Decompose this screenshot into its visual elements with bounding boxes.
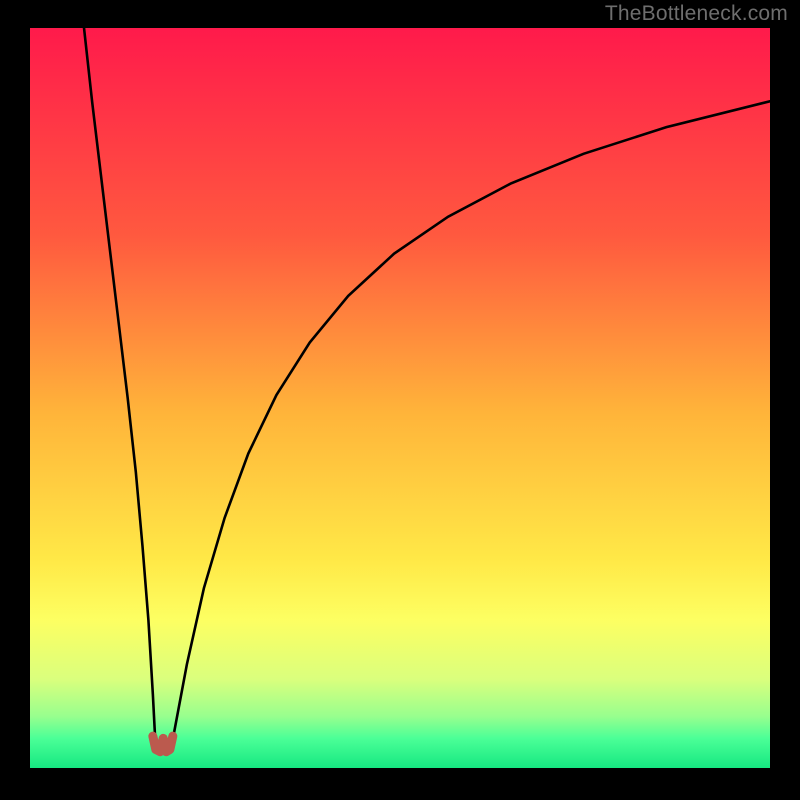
trough-marker [153,736,173,752]
gradient-background [30,28,770,768]
chart-frame: TheBottleneck.com [0,0,800,800]
watermark-text: TheBottleneck.com [605,2,788,26]
chart-svg [30,28,770,768]
plot-area [30,28,770,768]
